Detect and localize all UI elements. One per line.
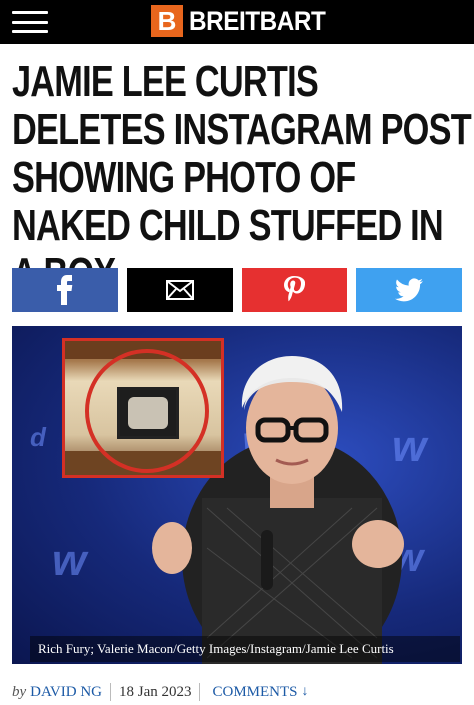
article-photo[interactable]: d w w w w Rich Fury; Valerie Macon/Getty… <box>12 326 462 664</box>
byline-divider <box>109 683 111 701</box>
share-twitter-button[interactable] <box>356 268 462 312</box>
share-facebook-button[interactable] <box>12 268 118 312</box>
brand-name: BREITBART <box>189 5 326 36</box>
comments-link[interactable]: COMMENTS <box>212 684 297 701</box>
author-link[interactable]: DAVID NG <box>30 684 102 701</box>
brand-logo-mark: B <box>151 5 183 37</box>
menu-icon[interactable] <box>12 11 48 33</box>
down-arrow-icon: ↓ <box>301 684 309 699</box>
highlight-circle <box>85 349 209 473</box>
pinterest-icon <box>284 276 306 302</box>
publish-date: 18 Jan 2023 <box>118 683 192 700</box>
twitter-icon <box>395 278 424 302</box>
facebook-icon <box>56 275 73 305</box>
top-bar: B BREITBART <box>0 0 474 44</box>
backdrop-logo: d <box>30 422 46 452</box>
article-byline: by DAVID NG 18 Jan 2023 COMMENTS ↓ <box>12 682 467 702</box>
article-headline: JAMIE LEE CURTIS DELETES INSTAGRAM POST … <box>12 57 472 298</box>
share-pinterest-button[interactable] <box>241 268 348 312</box>
byline-prefix: by <box>12 683 27 700</box>
share-bar <box>12 268 462 312</box>
photo-caption: Rich Fury; Valerie Macon/Getty Images/In… <box>30 636 460 662</box>
instagram-inset-image <box>62 338 224 478</box>
brand-logo[interactable]: B BREITBART <box>151 5 341 37</box>
byline-divider <box>199 683 201 701</box>
email-icon <box>165 280 194 300</box>
backdrop-logo: w <box>52 536 87 585</box>
share-email-button[interactable] <box>126 268 233 312</box>
